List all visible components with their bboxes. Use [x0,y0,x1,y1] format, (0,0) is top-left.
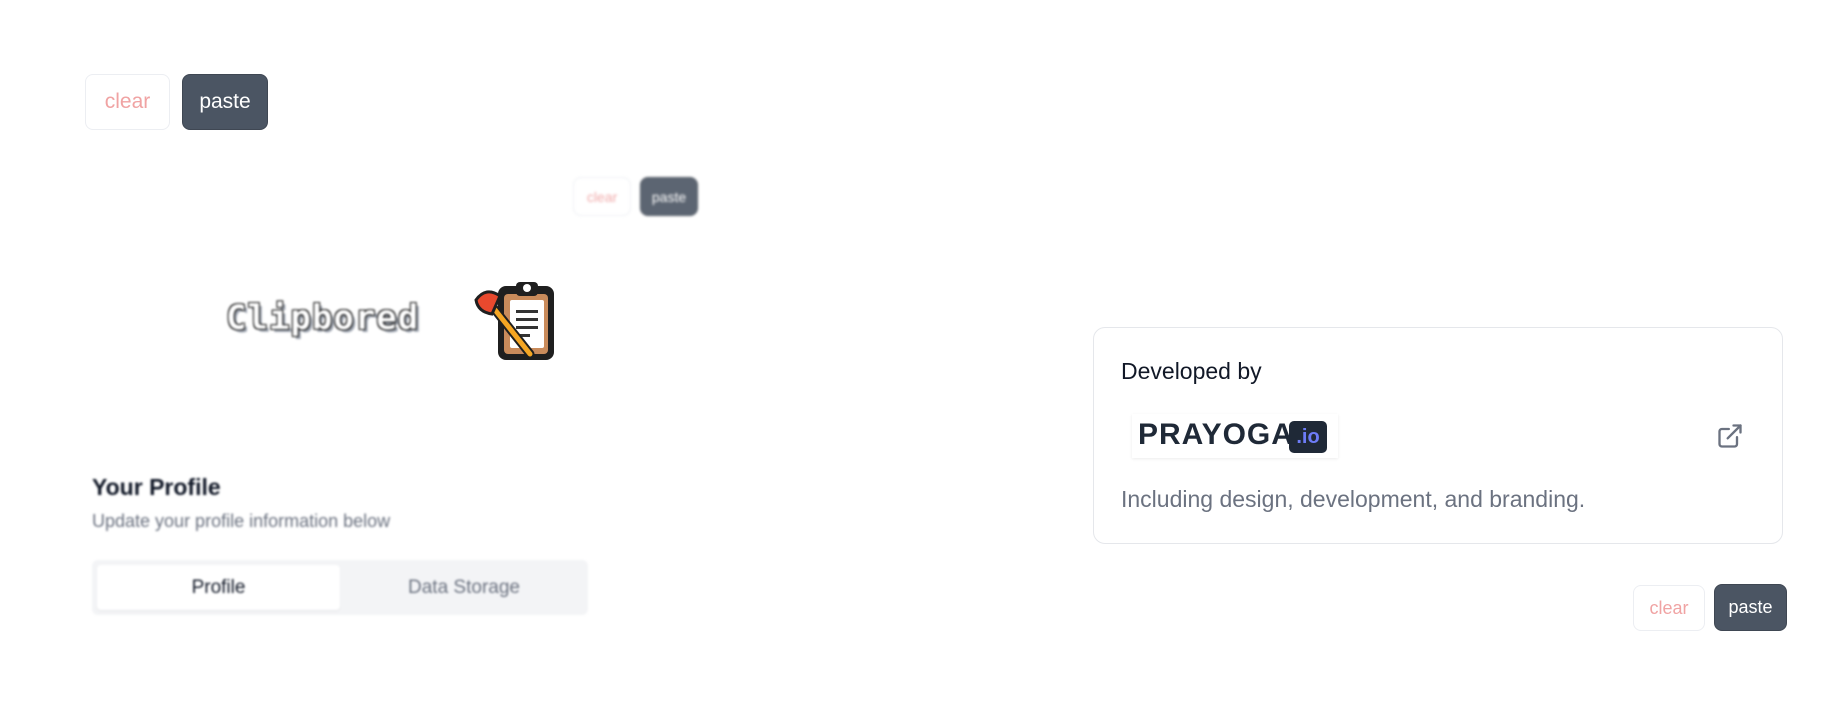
io-badge: .io [1289,421,1327,453]
clear-button-bottom[interactable]: clear [1633,585,1705,631]
profile-subtitle: Update your profile information below [92,511,391,531]
clipboard-axe-icon [470,278,562,368]
logo-wordmark: Clipbored [226,298,420,338]
developer-heading: Developed by [1121,358,1262,384]
clear-button-small[interactable]: clear [573,177,631,216]
prayoga-logo[interactable]: PRAYOGA .io [1132,414,1338,458]
prayoga-wordmark: PRAYOGA [1138,418,1294,451]
tab-profile[interactable]: Profile [97,565,340,610]
profile-title: Your Profile [92,474,221,500]
developer-card: Developed by PRAYOGA .io Including desig… [1093,327,1783,544]
app-logo: Clipbored [222,278,562,368]
profile-tabs: Profile Data Storage [92,560,588,615]
profile-section: Your Profile Update your profile informa… [90,470,600,620]
external-link-icon[interactable] [1716,422,1744,450]
developer-description: Including design, development, and brand… [1121,486,1586,512]
paste-button-top[interactable]: paste [182,74,268,130]
clear-button-top[interactable]: clear [85,74,170,130]
paste-button-bottom[interactable]: paste [1714,584,1787,631]
tab-data-storage[interactable]: Data Storage [344,565,584,610]
paste-button-small[interactable]: paste [640,177,698,216]
